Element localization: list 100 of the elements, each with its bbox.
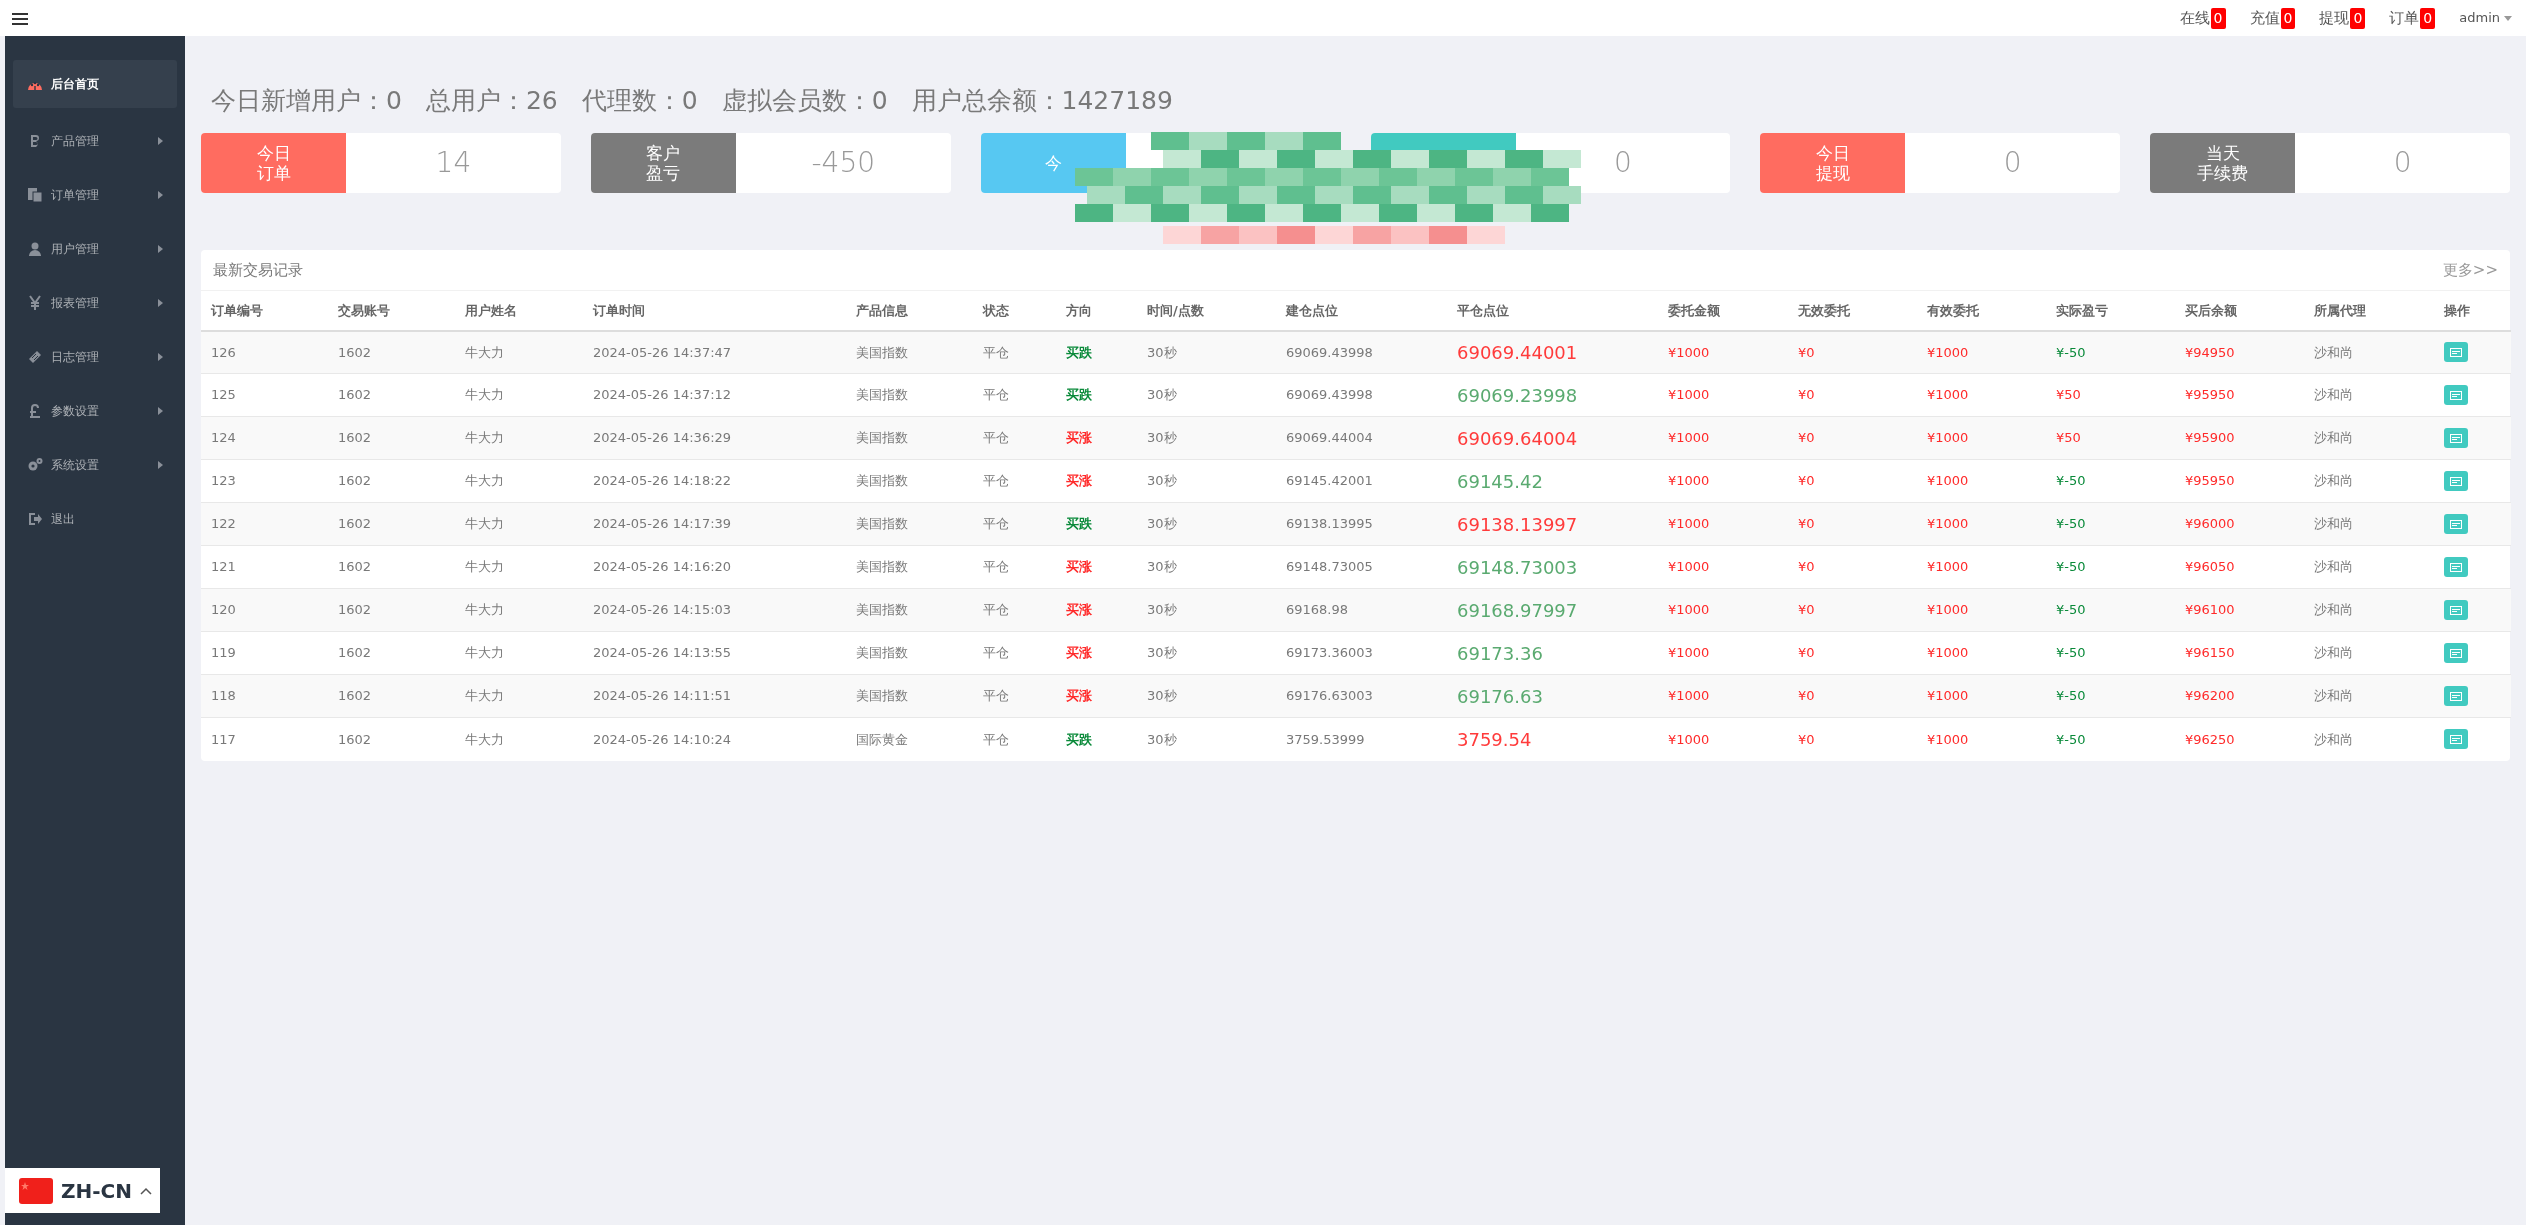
view-button[interactable] — [2444, 471, 2468, 491]
table-cell: 1602 — [328, 330, 455, 374]
count-badge: 0 — [2350, 7, 2366, 29]
stat-value: 0 — [2393, 145, 2412, 181]
sidebar-item[interactable]: 参数设置 — [13, 384, 177, 438]
table-cell: 2024-05-26 14:36:29 — [583, 416, 846, 460]
table-cell: 69069.64004 — [1447, 416, 1658, 460]
table-cell: ¥0 — [1788, 502, 1917, 546]
caret-icon — [139, 1186, 152, 1195]
view-button[interactable] — [2444, 686, 2468, 706]
table-cell: 69176.63 — [1447, 674, 1658, 718]
count-badge: 0 — [2210, 7, 2226, 29]
view-button[interactable] — [2444, 729, 2468, 750]
table-cell: 69138.13997 — [1447, 502, 1658, 546]
menu-icon[interactable] — [12, 11, 28, 26]
table-cell: ¥1000 — [1658, 717, 1788, 761]
sidebar-item[interactable]: 订单管理 — [13, 168, 177, 222]
table-cell: 30秒 — [1137, 717, 1276, 761]
table-cell: 122 — [201, 502, 328, 546]
sidebar-item[interactable]: 系统设置 — [13, 438, 177, 492]
sidebar-item[interactable]: 报表管理 — [13, 276, 177, 330]
card-icon — [2450, 691, 2462, 701]
column-header: 订单时间 — [583, 290, 846, 331]
table-cell: ¥96200 — [2175, 674, 2304, 718]
sidebar-item[interactable]: 退出 — [13, 492, 177, 546]
view-button[interactable] — [2444, 557, 2468, 577]
counter-label[interactable]: 在线 — [2179, 6, 2210, 30]
table-cell: 30秒 — [1137, 502, 1276, 546]
sidebar-item[interactable]: 后台首页 — [13, 60, 177, 108]
stat-label: 客户 — [646, 143, 681, 163]
table-cell: ¥0 — [1788, 330, 1917, 374]
column-header: 操作 — [2434, 290, 2511, 331]
view-button[interactable] — [2444, 342, 2468, 363]
table-cell: 平仓 — [973, 502, 1056, 546]
user-icon — [27, 241, 43, 257]
table-cell: 1602 — [328, 717, 455, 761]
stat-label: 提现 — [1815, 163, 1850, 183]
sidebar-item[interactable]: 日志管理 — [13, 330, 177, 384]
view-button[interactable] — [2444, 643, 2468, 663]
caret-icon — [158, 245, 163, 253]
table-cell: 牛大力 — [455, 717, 583, 761]
table-cell: 平仓 — [973, 717, 1056, 761]
user-menu[interactable]: admin — [2459, 8, 2500, 28]
sidebar-item[interactable]: 产品管理 — [13, 114, 177, 168]
column-header: 委托金额 — [1658, 290, 1788, 331]
sidebar-item[interactable]: 用户管理 — [13, 222, 177, 276]
card-icon — [2450, 347, 2462, 357]
card-icon — [2450, 605, 2462, 615]
language-selector[interactable]: ZH-CN — [5, 1168, 160, 1213]
table-cell: ¥1000 — [1658, 416, 1788, 460]
table-cell: ¥0 — [1788, 674, 1917, 718]
caret-icon — [158, 191, 163, 199]
column-header: 有效委托 — [1917, 290, 2046, 331]
summary-stat: 总用户：26 — [425, 85, 558, 117]
caret-icon — [2504, 16, 2512, 21]
view-button[interactable] — [2444, 514, 2468, 534]
table-cell: ¥50 — [2046, 416, 2175, 460]
caret-icon — [158, 407, 163, 415]
table-cell: 牛大力 — [455, 502, 583, 546]
table-cell: ¥1000 — [1917, 330, 2046, 374]
table-cell: 30秒 — [1137, 588, 1276, 632]
caret-icon — [158, 299, 163, 307]
table-cell: 69069.44004 — [1276, 416, 1447, 460]
table-cell: ¥1000 — [1917, 588, 2046, 632]
table-cell: 69176.63003 — [1276, 674, 1447, 718]
table-cell: 沙和尚 — [2304, 330, 2434, 374]
column-header: 时间/点数 — [1137, 290, 1276, 331]
table-cell: 沙和尚 — [2304, 416, 2434, 460]
table-cell: 69069.44001 — [1447, 330, 1658, 374]
table-cell: 30秒 — [1137, 674, 1276, 718]
table-cell: ¥1000 — [1917, 674, 2046, 718]
view-button[interactable] — [2444, 385, 2468, 405]
count-badge: 0 — [2420, 7, 2436, 29]
table-cell: 69138.13995 — [1276, 502, 1447, 546]
column-header: 无效委托 — [1788, 290, 1917, 331]
table-cell: 沙和尚 — [2304, 717, 2434, 761]
table-cell: 买涨 — [1056, 588, 1137, 632]
table-cell: ¥1000 — [1658, 588, 1788, 632]
table-cell: 2024-05-26 14:37:47 — [583, 330, 846, 374]
view-button[interactable] — [2444, 428, 2468, 448]
table-cell: 117 — [201, 717, 328, 761]
table-cell: 1602 — [328, 588, 455, 632]
column-header: 订单编号 — [201, 290, 328, 331]
table-cell: 牛大力 — [455, 588, 583, 632]
stat-value: -450 — [811, 145, 875, 181]
view-button[interactable] — [2444, 600, 2468, 620]
table-cell: ¥-50 — [2046, 502, 2175, 546]
stat-label: 当天 — [2205, 143, 2240, 163]
column-header: 实际盈亏 — [2046, 290, 2175, 331]
table-cell: ¥0 — [1788, 588, 1917, 632]
table-cell: 1602 — [328, 674, 455, 718]
stat-label: 订单 — [256, 163, 291, 183]
counter-label[interactable]: 订单 — [2389, 6, 2420, 30]
counter-label[interactable]: 充值 — [2249, 6, 2280, 30]
card-icon — [2450, 648, 2462, 658]
table-cell: ¥96000 — [2175, 502, 2304, 546]
counter-label[interactable]: 提现 — [2319, 6, 2350, 30]
table-cell: 2024-05-26 14:17:39 — [583, 502, 846, 546]
documents-icon — [27, 187, 43, 203]
table-cell: 美国指数 — [846, 502, 973, 546]
